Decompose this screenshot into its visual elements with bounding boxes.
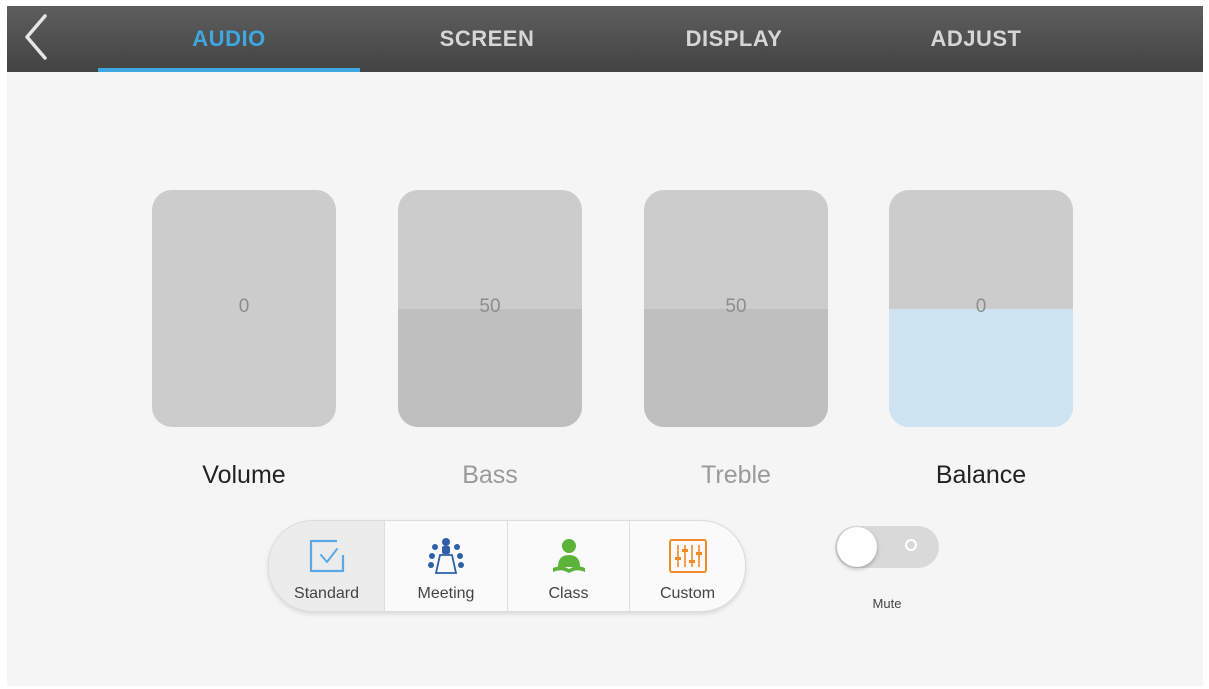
mode-standard-label: Standard [294,585,359,602]
volume-label: Volume [202,461,286,489]
toggle-knob [837,527,877,567]
balance-slider[interactable]: 0 [889,190,1073,427]
top-navigation-bar: AUDIO SCREEN DISPLAY ADJUST [7,6,1203,72]
sound-mode-selector: Standard Meeting Class Custom [268,520,746,612]
checkbox-check-icon [309,539,344,573]
audio-settings-screen: AUDIO SCREEN DISPLAY ADJUST 0 50 50 0 Vo… [7,6,1203,686]
volume-slider[interactable]: 0 [152,190,336,427]
active-tab-indicator [98,68,360,72]
tab-audio-label: AUDIO [192,26,266,51]
mode-class-label: Class [548,585,589,602]
tab-display[interactable]: DISPLAY [634,6,834,72]
back-button[interactable] [19,12,63,62]
mode-class-button[interactable]: Class [508,521,629,611]
equalizer-icon [668,539,707,573]
tab-screen-label: SCREEN [439,26,535,51]
tab-audio[interactable]: AUDIO [98,6,360,72]
mode-meeting-button[interactable]: Meeting [385,521,507,611]
balance-value: 0 [975,296,987,317]
toggle-off-indicator-icon [905,539,917,551]
tab-screen[interactable]: SCREEN [387,6,587,72]
treble-slider-fill [644,308,828,427]
mode-custom-label: Custom [659,585,716,602]
tab-adjust-label: ADJUST [930,26,1022,51]
bass-slider[interactable]: 50 [398,190,582,427]
volume-value: 0 [238,296,250,317]
balance-slider-fill [889,308,1073,427]
tab-adjust[interactable]: ADJUST [876,6,1076,72]
chevron-left-icon [25,14,47,60]
treble-value: 50 [725,296,747,317]
mute-label: Mute [872,596,902,611]
bass-label: Bass [462,461,518,489]
mode-standard-button[interactable]: Standard [269,521,384,611]
bass-value: 50 [479,296,501,317]
class-reader-icon [552,539,585,573]
tab-display-label: DISPLAY [685,26,783,51]
treble-slider[interactable]: 50 [644,190,828,427]
meeting-group-icon [428,538,464,574]
mute-toggle[interactable] [835,526,939,568]
balance-label: Balance [935,461,1027,489]
mode-meeting-label: Meeting [417,585,475,602]
mode-custom-button[interactable]: Custom [630,521,745,611]
treble-label: Treble [701,461,771,489]
bass-slider-fill [398,308,582,427]
